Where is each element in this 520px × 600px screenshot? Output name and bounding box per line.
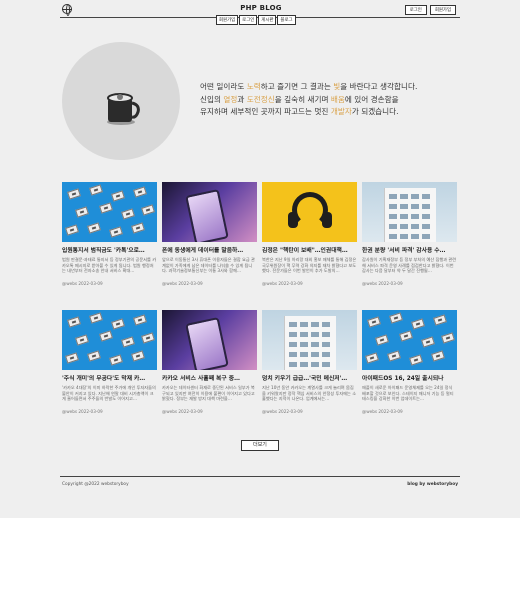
site-title[interactable]: PHP BLOG xyxy=(228,4,294,12)
post-card[interactable]: 김정은 "핵탄이 보배"…인권대책… 북한은 지난 9일 아리랑 대외 홍보 매… xyxy=(262,182,357,286)
post-thumbnail[interactable] xyxy=(262,310,357,370)
footer-credit[interactable]: blog by webstoryboy xyxy=(407,482,458,487)
post-title[interactable]: 덩치 키우기 급급…'국민 메신저'… xyxy=(262,373,357,382)
post-thumbnail[interactable] xyxy=(362,310,457,370)
post-title[interactable]: 아이패드OS 16, 24일 출시되나 xyxy=(362,373,457,382)
post-thumbnail[interactable] xyxy=(262,182,357,242)
post-thumbnail[interactable] xyxy=(362,182,457,242)
nav-item-login[interactable]: 로그인 xyxy=(239,15,258,25)
footer-copyright: Copyright @2022 webstoryboy xyxy=(62,482,129,487)
post-excerpt: 애플이 새로운 아이패드 운영체제를 오는 24일 정식 배포할 것으로 보인다… xyxy=(362,385,454,402)
login-button[interactable]: 로그인 xyxy=(404,5,427,15)
hero-image xyxy=(62,42,180,160)
post-excerpt: 앞으로 이동통신 3사 휴대폰 이용자들은 결합 요금 관계없이 가족에게 남은… xyxy=(162,257,255,274)
page-container: PHP BLOG 로그인 회원가입 회원가입 로그인 게시판 블로그 어떤 일이… xyxy=(60,0,460,518)
post-meta: @webs 2022-03-09 xyxy=(62,281,103,286)
post-card[interactable]: '주식 개미'의 무공다'도 막재 카… '카카오 4대장'의 이미 하락한 주… xyxy=(62,310,157,414)
load-more-button[interactable]: 더보기 xyxy=(241,440,279,451)
post-title[interactable]: 카카오 서비스 사흘째 복구 중… xyxy=(162,373,257,382)
post-meta: @webs 2022-03-09 xyxy=(162,409,203,414)
nav-item-signup[interactable]: 회원가입 xyxy=(216,15,239,25)
post-meta: @webs 2022-03-09 xyxy=(362,281,403,286)
post-title[interactable]: 김정은 "핵탄이 보배"…인권대책… xyxy=(262,245,357,254)
post-excerpt: 지난 10년 동안 카카오는 계열사를 크게 늘리며 몸집을 키워왔지만 정작 … xyxy=(262,385,357,402)
post-title[interactable]: 한권 분량 '서비 파격' 감사용 수… xyxy=(362,245,457,254)
globe-icon[interactable] xyxy=(62,4,72,16)
post-meta: @webs 2022-03-09 xyxy=(262,409,303,414)
post-thumbnail[interactable] xyxy=(62,310,157,370)
post-meta: @webs 2022-03-09 xyxy=(262,281,303,286)
post-excerpt: 감사원이 기획재정부 등 정부 부처의 예산 집행과 관련해 서비스 파격 운영… xyxy=(362,257,457,274)
footer-divider xyxy=(60,476,460,477)
hero-intro: 어떤 일이라도 노력하고 즐기면 그 결과는 빛을 바란다고 생각합니다. 신입… xyxy=(200,82,418,116)
post-card[interactable]: 덩치 키우기 급급…'국민 메신저'… 지난 10년 동안 카카오는 계열사를 … xyxy=(262,310,357,414)
post-meta: @webs 2022-03-09 xyxy=(162,281,203,286)
post-grid-row-2: '주식 개미'의 무공다'도 막재 카… '카카오 4대장'의 이미 하락한 주… xyxy=(62,310,458,414)
post-thumbnail[interactable] xyxy=(162,310,257,370)
post-thumbnail[interactable] xyxy=(62,182,157,242)
post-thumbnail[interactable] xyxy=(162,182,257,242)
coffee-mug-icon xyxy=(107,93,140,125)
post-excerpt: '카카오 4대장'의 이미 하락한 주가에 개인 투자자들의 불안이 커지고 있… xyxy=(62,385,156,402)
post-meta: @webs 2022-03-09 xyxy=(62,409,103,414)
nav-item-board[interactable]: 게시판 xyxy=(258,15,277,25)
auth-links: 로그인 회원가입 xyxy=(404,5,456,15)
page-background: PHP BLOG 로그인 회원가입 회원가입 로그인 게시판 블로그 어떤 일이… xyxy=(0,0,520,518)
main-nav: 회원가입 로그인 게시판 블로그 xyxy=(216,15,296,25)
post-grid-row-1: 입원통지서 범직금도 '카톡'으로… 법원 판결문·과태료 통지서 등 정부기관… xyxy=(62,182,458,286)
post-title[interactable]: '주식 개미'의 무공다'도 막재 카… xyxy=(62,373,157,382)
post-card[interactable]: 입원통지서 범직금도 '카톡'으로… 법원 판결문·과태료 통지서 등 정부기관… xyxy=(62,182,157,286)
post-excerpt: 카카오는 데이터센터 화재로 중단된 서비스 일부가 복구되고 있지만 여전히 … xyxy=(162,385,255,402)
post-title[interactable]: 입원통지서 범직금도 '카톡'으로… xyxy=(62,245,157,254)
post-title[interactable]: 폰에 동생에게 데이터를 말음하… xyxy=(162,245,257,254)
post-card[interactable]: 한권 분량 '서비 파격' 감사용 수… 감사원이 기획재정부 등 정부 부처의… xyxy=(362,182,457,286)
post-card[interactable]: 아이패드OS 16, 24일 출시되나 애플이 새로운 아이패드 운영체제를 오… xyxy=(362,310,457,414)
post-excerpt: 북한은 지난 9일 아리랑 대외 홍보 매체를 통해 김정은 국무위원장이 핵 … xyxy=(262,257,357,274)
post-card[interactable]: 폰에 동생에게 데이터를 말음하… 앞으로 이동통신 3사 휴대폰 이용자들은 … xyxy=(162,182,257,286)
nav-item-blog[interactable]: 블로그 xyxy=(277,15,296,25)
signup-button[interactable]: 회원가입 xyxy=(429,5,456,15)
post-excerpt: 법원 판결문·과태료 통지서 등 정부기관의 공문서를 카카오톡 메시지로 받아… xyxy=(62,257,157,274)
post-meta: @webs 2022-03-09 xyxy=(362,409,403,414)
post-card[interactable]: 카카오 서비스 사흘째 복구 중… 카카오는 데이터센터 화재로 중단된 서비스… xyxy=(162,310,257,414)
